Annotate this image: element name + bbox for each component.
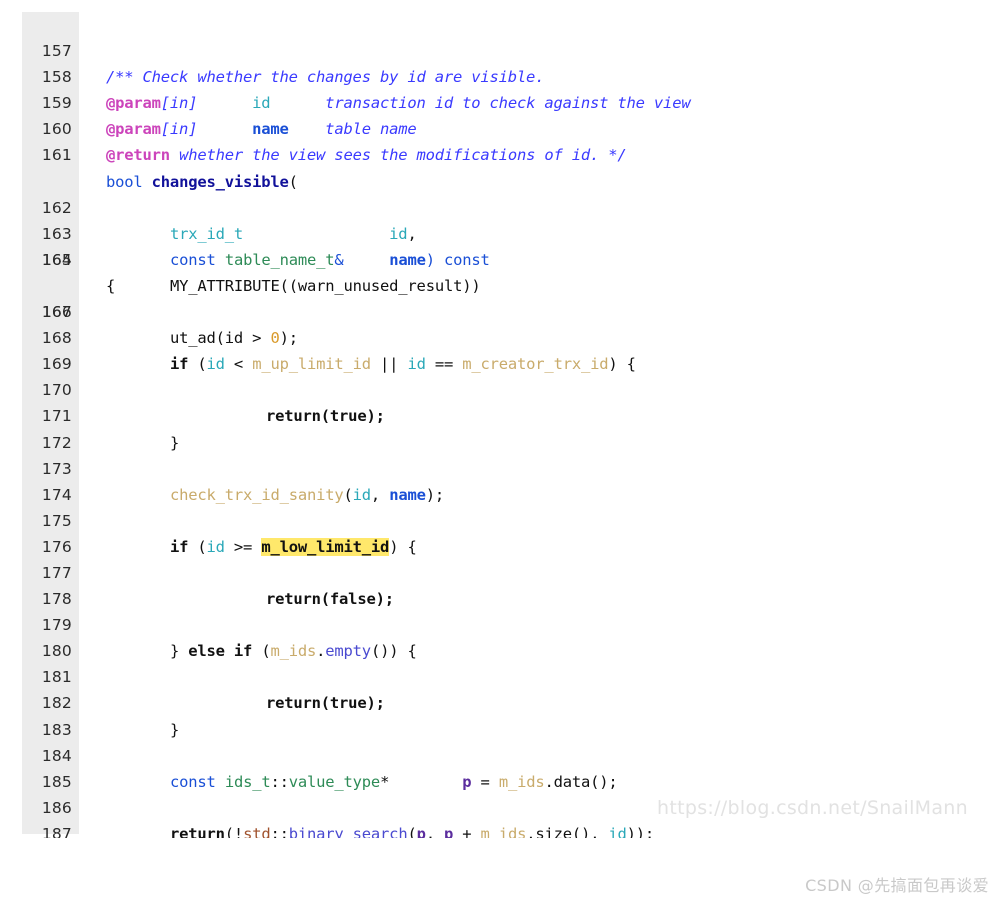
code-line[interactable]: 177 return(false); (0, 534, 1005, 608)
code-line[interactable]: 166 ut_ad(id > 0); (0, 247, 1005, 347)
code-line[interactable]: 178 (0, 560, 1005, 608)
code-line[interactable]: 180 (0, 612, 1005, 660)
code-line[interactable]: 168 if (id < m_up_limit_id || id == m_cr… (0, 299, 1005, 373)
code-line[interactable]: 175 if (id >= m_low_limit_id) { (0, 482, 1005, 556)
line-number: 187 (41, 824, 72, 838)
code-block: 157 /** Check whether the changes by id … (0, 0, 1005, 838)
code-line[interactable]: 185 (0, 743, 1005, 791)
code-line[interactable]: 171 } (0, 377, 1005, 451)
code-line[interactable]: 179 } else if (m_ids.empty()) { (0, 586, 1005, 660)
code-line[interactable]: 161 bool changes_visible( (0, 116, 1005, 190)
code-line[interactable]: 186 return(!std::binary_search(p, p + m_… (0, 769, 1005, 838)
code-line[interactable]: 160 @return whether the view sees the mo… (0, 90, 1005, 164)
code-line[interactable]: 162 trx_id_t id, (0, 142, 1005, 243)
bottom-watermark: CSDN @先搞面包再谈爱 (805, 876, 989, 895)
code-line[interactable]: 163 const table_name_t& name) const (0, 169, 1005, 269)
code-line[interactable]: 165 { (0, 221, 1005, 295)
code-line[interactable]: 174 (0, 456, 1005, 504)
code-line[interactable]: 182 } (0, 664, 1005, 738)
code-line[interactable]: 169 (0, 325, 1005, 373)
code-line[interactable]: 159 @param[in] name table name (0, 64, 1005, 138)
code-line[interactable]: 173 check_trx_id_sanity(id, name); (0, 430, 1005, 504)
code-line[interactable]: 157 /** Check whether the changes by id … (0, 12, 1005, 86)
code-line[interactable]: 158 @param[in] id transaction id to chec… (0, 38, 1005, 112)
code-line[interactable]: 167 (0, 273, 1005, 321)
code-lines: 157 /** Check whether the changes by id … (0, 12, 1005, 838)
code-line[interactable]: 183 (0, 690, 1005, 739)
code-line[interactable]: 170 return(true); (0, 351, 1005, 425)
code-line[interactable]: 181 return(true); (0, 638, 1005, 712)
line-source: return(!std::binary_search(p, p + m_ids.… (170, 824, 655, 838)
inline-watermark: https://blog.csdn.net/SnailMann (657, 797, 968, 819)
code-line[interactable]: 176 (0, 508, 1005, 556)
code-line[interactable]: 172 (0, 403, 1005, 452)
code-line[interactable]: 164 MY_ATTRIBUTE((warn_unused_result)) (0, 195, 1005, 295)
code-line[interactable]: 184 const ids_t::value_type* p = m_ids.d… (0, 717, 1005, 791)
